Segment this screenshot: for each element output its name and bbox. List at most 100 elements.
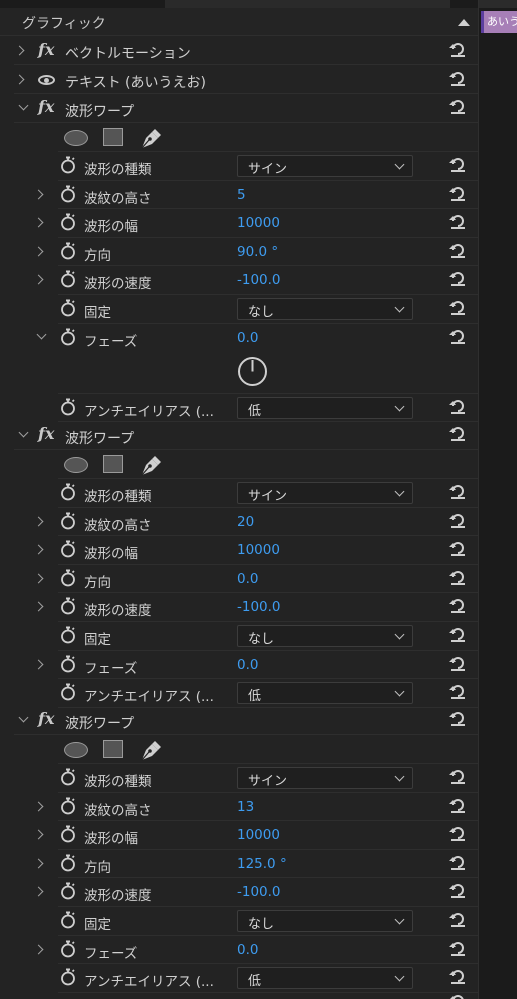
- param-wave-speed[interactable]: 波形の速度 -100.0: [0, 878, 478, 907]
- reset-icon[interactable]: [448, 425, 468, 441]
- pen-mask-icon[interactable]: [138, 738, 162, 762]
- param-wave-width[interactable]: 波形の幅 10000: [0, 821, 478, 850]
- param-value[interactable]: -100.0: [237, 884, 281, 900]
- reset-icon[interactable]: [448, 768, 468, 784]
- stopwatch-icon[interactable]: [60, 398, 76, 416]
- rectangle-mask-icon[interactable]: [103, 455, 123, 473]
- ellipse-mask-icon[interactable]: [64, 457, 88, 473]
- param-wave-height[interactable]: 波紋の高さ 13: [0, 793, 478, 822]
- param-value[interactable]: 13: [237, 799, 254, 815]
- param-value[interactable]: 125.0 °: [237, 856, 287, 872]
- reset-icon[interactable]: [448, 655, 468, 671]
- param-phase[interactable]: フェーズ 0.0: [0, 324, 478, 394]
- twirl-right-icon[interactable]: [33, 858, 44, 869]
- stopwatch-icon[interactable]: [60, 512, 76, 530]
- stopwatch-icon[interactable]: [60, 540, 76, 558]
- param-wave-width[interactable]: 波形の幅 10000: [0, 536, 478, 565]
- dropdown-antialias[interactable]: 低: [237, 396, 413, 419]
- ellipse-mask-icon[interactable]: [64, 130, 88, 146]
- stopwatch-icon[interactable]: [60, 597, 76, 615]
- twirl-right-icon[interactable]: [33, 516, 44, 527]
- dropdown-pinning[interactable]: なし: [237, 298, 413, 320]
- twirl-right-icon[interactable]: [33, 944, 44, 955]
- twirl-right-icon[interactable]: [33, 801, 44, 812]
- param-value[interactable]: 90.0 °: [237, 244, 278, 260]
- stopwatch-icon[interactable]: [60, 242, 76, 260]
- stopwatch-icon[interactable]: [60, 655, 76, 673]
- param-value[interactable]: -100.0: [237, 272, 281, 288]
- param-direction[interactable]: 方向 0.0: [0, 565, 478, 594]
- twirl-down-icon[interactable]: [18, 427, 29, 438]
- param-pinning[interactable]: 固定 なし: [0, 622, 478, 651]
- stopwatch-icon[interactable]: [60, 213, 76, 231]
- param-value[interactable]: 0.0: [237, 942, 258, 958]
- fx-icon[interactable]: fx: [38, 97, 54, 116]
- stopwatch-icon[interactable]: [60, 825, 76, 843]
- reset-icon[interactable]: [448, 41, 468, 57]
- param-wave-height[interactable]: 波紋の高さ 20: [0, 508, 478, 537]
- reset-icon[interactable]: [448, 483, 468, 499]
- stopwatch-icon[interactable]: [60, 156, 76, 174]
- stopwatch-icon[interactable]: [60, 185, 76, 203]
- param-value[interactable]: 10000: [237, 542, 280, 558]
- stopwatch-icon[interactable]: [60, 483, 76, 501]
- reset-icon[interactable]: [448, 940, 468, 956]
- reset-icon[interactable]: [448, 797, 468, 813]
- dropdown-wave-type[interactable]: サイン: [237, 155, 413, 177]
- param-wave-speed[interactable]: 波形の速度 -100.0: [0, 593, 478, 622]
- param-phase[interactable]: フェーズ 0.0: [0, 936, 478, 965]
- twirl-right-icon[interactable]: [33, 189, 44, 200]
- reset-icon[interactable]: [448, 70, 468, 86]
- param-value[interactable]: 10000: [237, 827, 280, 843]
- effect-text[interactable]: テキスト (あいうえお): [0, 65, 478, 94]
- stopwatch-icon[interactable]: [60, 854, 76, 872]
- pen-mask-icon[interactable]: [138, 453, 162, 477]
- twirl-right-icon[interactable]: [33, 659, 44, 670]
- reset-icon[interactable]: [448, 825, 468, 842]
- reset-icon[interactable]: [448, 98, 468, 114]
- reset-icon[interactable]: [448, 540, 468, 557]
- param-antialiasing[interactable]: アンチエイリアス (... 低: [0, 679, 478, 708]
- dropdown-pinning[interactable]: なし: [237, 625, 413, 647]
- param-direction[interactable]: 方向 90.0 °: [0, 238, 478, 267]
- dropdown-antialias[interactable]: 低: [237, 682, 413, 705]
- twirl-right-icon[interactable]: [33, 601, 44, 612]
- stopwatch-icon[interactable]: [60, 270, 76, 288]
- rectangle-mask-icon[interactable]: [103, 740, 123, 758]
- param-value[interactable]: 5: [237, 187, 246, 203]
- stopwatch-icon[interactable]: [60, 882, 76, 900]
- timeline-scroll-strip[interactable]: [165, 0, 450, 8]
- param-antialiasing[interactable]: アンチエイリアス (... 低: [0, 394, 478, 423]
- twirl-down-icon[interactable]: [36, 329, 47, 340]
- stopwatch-icon[interactable]: [60, 911, 76, 929]
- param-phase[interactable]: フェーズ 0.0: [0, 651, 478, 680]
- graphic-clip[interactable]: あいう: [481, 11, 517, 33]
- param-value[interactable]: 20: [237, 514, 254, 530]
- param-value[interactable]: 0.0: [237, 330, 258, 346]
- param-wave-type[interactable]: 波形の種類 サイン: [0, 764, 478, 793]
- stopwatch-icon[interactable]: [60, 768, 76, 786]
- stopwatch-icon[interactable]: [60, 940, 76, 958]
- reset-icon[interactable]: [448, 156, 468, 172]
- eye-icon[interactable]: [38, 75, 55, 85]
- stopwatch-icon[interactable]: [60, 797, 76, 815]
- twirl-right-icon[interactable]: [33, 217, 44, 228]
- twirl-down-icon[interactable]: [18, 712, 29, 723]
- reset-icon[interactable]: [448, 328, 468, 344]
- section-header-graphic[interactable]: グラフィック: [0, 8, 478, 36]
- fx-icon[interactable]: fx: [38, 709, 54, 728]
- param-antialiasing[interactable]: アンチエイリアス (... 低: [0, 964, 478, 993]
- stopwatch-icon[interactable]: [60, 569, 76, 587]
- effect-wave-warp[interactable]: fx 波形ワープ: [0, 706, 478, 735]
- reset-icon[interactable]: [448, 512, 468, 528]
- reset-icon[interactable]: [448, 854, 468, 870]
- stopwatch-icon[interactable]: [60, 328, 76, 346]
- reset-icon[interactable]: [448, 710, 468, 726]
- reset-icon[interactable]: [448, 185, 468, 201]
- reset-icon[interactable]: [448, 968, 468, 985]
- param-value[interactable]: 10000: [237, 215, 280, 231]
- dropdown-wave-type[interactable]: サイン: [237, 767, 413, 789]
- dropdown-pinning[interactable]: なし: [237, 910, 413, 932]
- reset-icon[interactable]: [448, 993, 468, 999]
- param-wave-width[interactable]: 波形の幅 10000: [0, 209, 478, 238]
